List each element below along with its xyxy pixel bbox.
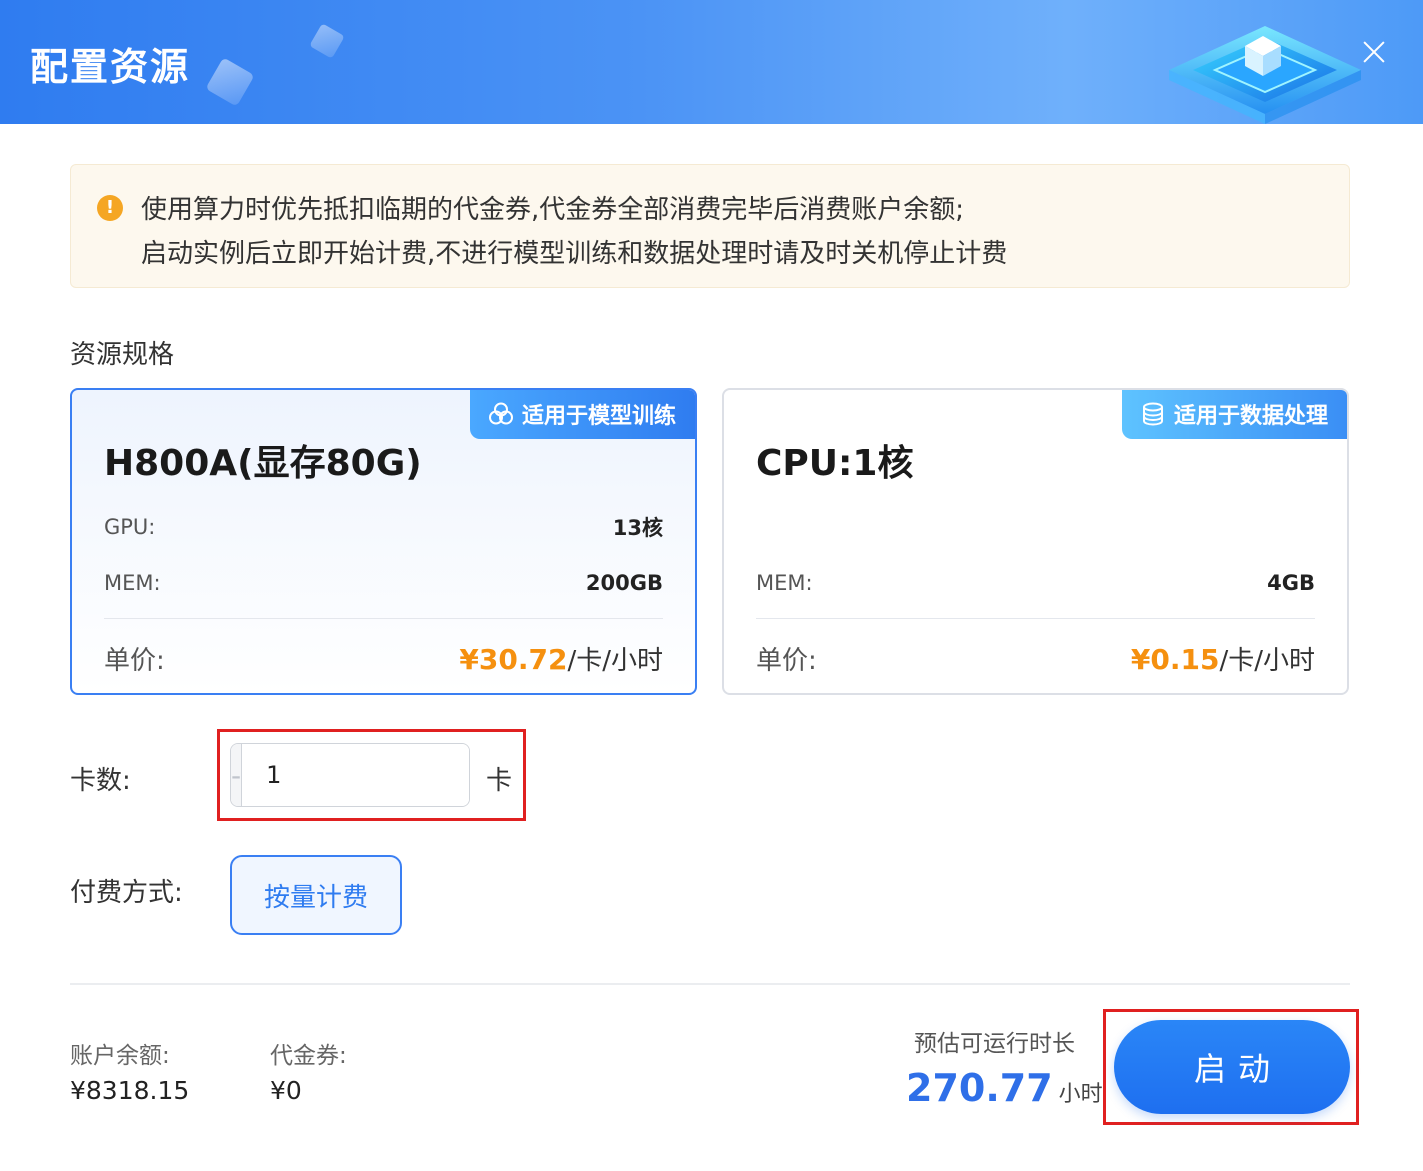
card-tag: 适用于数据处理 [1121, 390, 1347, 439]
card-divider [756, 618, 1315, 619]
server-platform-illustration-icon [1169, 26, 1361, 124]
card-title: CPU:1核 [756, 443, 914, 484]
spec-row-mem: MEM: 200GB [104, 568, 663, 598]
price-unit: /卡/小时 [567, 646, 663, 676]
model-training-icon [488, 402, 513, 425]
notice-line-2: 启动实例后立即开始计费,不进行模型训练和数据处理时请及时关机停止计费 [141, 239, 1008, 269]
balance-value: ¥8318.15 [70, 1076, 190, 1105]
spec-key: GPU: [104, 515, 156, 539]
card-tag-label: 适用于数据处理 [1173, 404, 1328, 429]
card-count-label: 卡数: [70, 766, 131, 796]
price-currency: ¥ [1130, 643, 1151, 676]
estimate-unit: 小时 [1058, 1082, 1103, 1107]
billing-notice: ! 使用算力时优先抵扣临期的代金券,代金券全部消费完毕后消费账户余额; 启动实例… [70, 164, 1350, 288]
footer-divider [70, 983, 1350, 985]
card-count-input[interactable] [242, 744, 469, 806]
balance-label: 账户余额: [70, 1043, 170, 1069]
decorative-cube-icon [309, 23, 345, 59]
card-title: H800A(显存80G) [104, 443, 422, 484]
billing-method-label: 付费方式: [70, 878, 183, 908]
voucher-value: ¥0 [270, 1076, 302, 1105]
resource-card-h800a[interactable]: 适用于模型训练 H800A(显存80G) GPU: 13核 MEM: 200GB… [70, 388, 697, 695]
dialog-header: 配置资源 [0, 0, 1423, 124]
price-amount: 30.72 [478, 643, 568, 676]
price-value: ¥30.72/卡/小时 [459, 640, 663, 677]
spec-value: 13核 [612, 516, 663, 540]
voucher-label: 代金券: [270, 1043, 347, 1069]
price-unit: /卡/小时 [1219, 646, 1315, 676]
warning-icon: ! [97, 195, 123, 221]
card-divider [104, 618, 663, 619]
spec-key: MEM: [104, 571, 161, 595]
spec-value: 200GB [585, 571, 663, 595]
dialog-title: 配置资源 [30, 45, 191, 89]
database-icon [1142, 402, 1163, 426]
price-currency: ¥ [459, 643, 479, 676]
card-tag: 适用于模型训练 [469, 390, 695, 439]
card-unit-label: 卡 [486, 766, 513, 796]
spec-row-gpu: GPU: 13核 [104, 512, 663, 542]
close-icon[interactable] [1358, 36, 1390, 68]
spec-key: MEM: [756, 571, 813, 595]
price-label: 单价: [104, 646, 165, 676]
spec-row-mem: MEM: 4GB [756, 568, 1315, 598]
price-row: 单价: ¥0.15/卡/小时 [756, 640, 1315, 677]
card-tag-label: 适用于模型训练 [521, 404, 676, 429]
resource-spec-label: 资源规格 [70, 340, 175, 370]
estimate-row: 270.77 小时 [906, 1066, 1103, 1110]
quantity-stepper[interactable]: - + [230, 743, 470, 807]
billing-option-pay-as-you-go[interactable]: 按量计费 [230, 855, 402, 935]
price-label: 单价: [756, 646, 817, 676]
price-amount: 0.15 [1150, 643, 1220, 676]
spec-value: 4GB [1267, 571, 1315, 595]
price-value: ¥0.15/卡/小时 [1131, 640, 1315, 677]
notice-line-1: 使用算力时优先抵扣临期的代金券,代金券全部消费完毕后消费账户余额; [141, 195, 965, 225]
price-row: 单价: ¥30.72/卡/小时 [104, 640, 663, 677]
estimate-label: 预估可运行时长 [914, 1031, 1075, 1057]
decorative-cube-icon [205, 57, 255, 107]
decrement-button[interactable]: - [231, 744, 243, 806]
estimate-value: 270.77 [906, 1066, 1053, 1110]
start-button[interactable]: 启动 [1114, 1020, 1350, 1114]
resource-card-cpu[interactable]: 适用于数据处理 CPU:1核 MEM: 4GB 单价: ¥0.15/卡/小时 [722, 388, 1349, 695]
